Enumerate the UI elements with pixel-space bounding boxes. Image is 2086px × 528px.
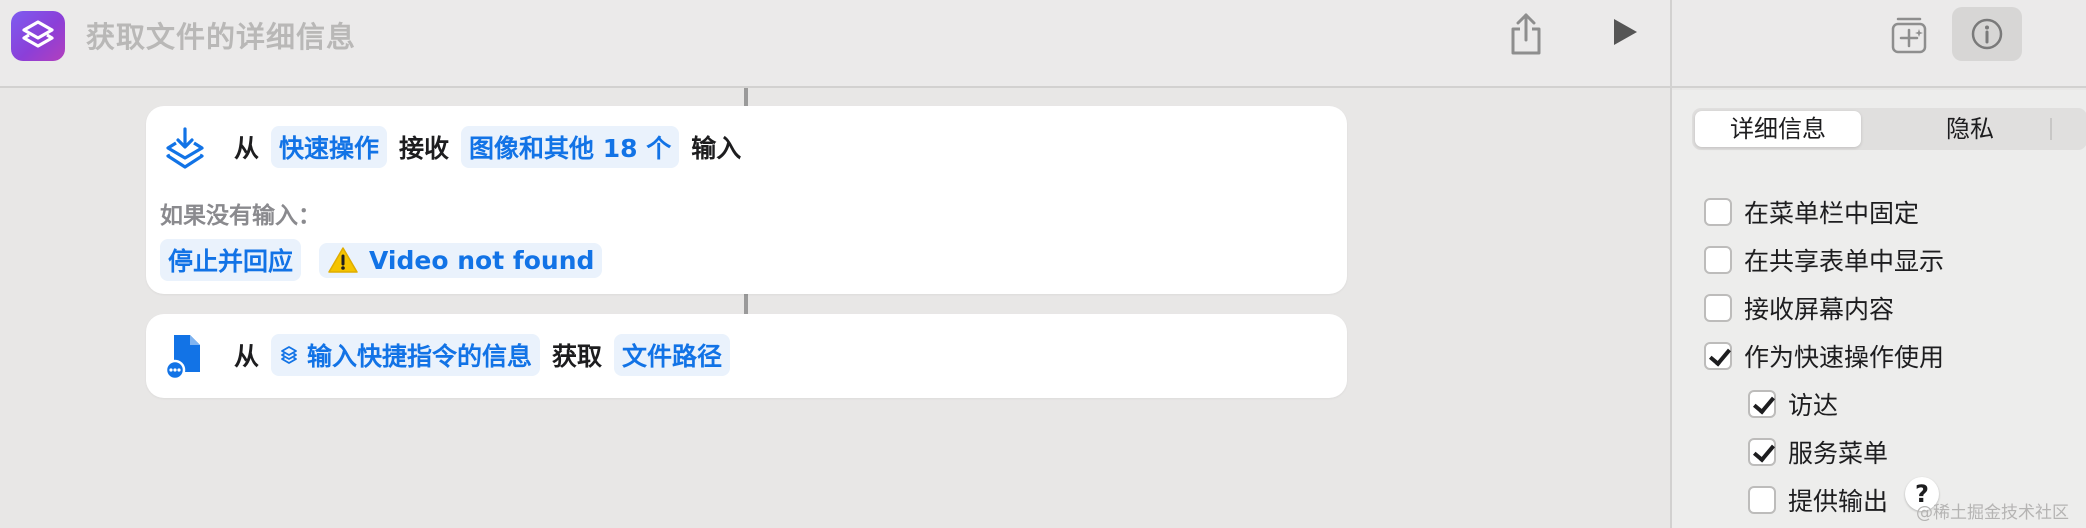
toolbar: 获取文件的详细信息	[0, 0, 1671, 88]
pin-menubar-checkbox[interactable]	[1704, 198, 1732, 226]
play-icon	[1614, 19, 1637, 45]
info-button[interactable]	[1952, 7, 2022, 61]
from-text: 从	[234, 134, 260, 163]
finder-label: 访达	[1788, 391, 1839, 420]
no-input-label: 如果没有输入：	[160, 203, 321, 229]
receive-input-icon	[164, 126, 206, 176]
receive-input-action[interactable]: 从 快速操作 接收 图像和其他 18 个 输入 如果没有输入： 停止并回应 Vi…	[146, 106, 1347, 294]
shortcuts-app-icon[interactable]	[11, 11, 65, 61]
source-token[interactable]: 快速操作	[271, 126, 388, 168]
finder-checkbox[interactable]	[1748, 390, 1776, 418]
flow-connector	[744, 88, 748, 106]
library-add-icon	[1891, 17, 1927, 54]
shortcut-title[interactable]: 获取文件的详细信息	[86, 14, 356, 56]
warning-icon	[328, 247, 358, 273]
watermark: @稀土掘金技术社区	[1916, 503, 2069, 523]
from-text: 从	[234, 342, 260, 371]
get-file-details-action[interactable]: 从 输入快捷指令的信息 获取 文件路径	[146, 314, 1347, 398]
option-provide-output[interactable]: 提供输出	[1748, 482, 1888, 518]
action-library-button[interactable]	[1890, 14, 1930, 54]
quick-action-label: 作为快速操作使用	[1744, 343, 1945, 372]
option-pin-menubar[interactable]: 在菜单栏中固定	[1704, 194, 1919, 230]
receive-text: 接收	[399, 134, 450, 163]
shortcut-input-icon	[281, 346, 297, 364]
response-text: Video not found	[369, 245, 595, 275]
services-menu-label: 服务菜单	[1788, 439, 1889, 468]
sidebar-toolbar	[1671, 0, 2086, 88]
file-path-token[interactable]: 文件路径	[614, 334, 731, 376]
shortcut-input-text: 输入快捷指令的信息	[307, 342, 533, 371]
receive-input-sentence: 从 快速操作 接收 图像和其他 18 个 输入	[226, 126, 749, 168]
tab-details[interactable]: 详细信息	[1695, 111, 1861, 147]
receive-screen-label: 接收屏幕内容	[1744, 295, 1895, 324]
flow-connector	[744, 294, 748, 314]
receive-screen-checkbox[interactable]	[1704, 294, 1732, 322]
services-menu-checkbox[interactable]	[1748, 438, 1776, 466]
option-quick-action[interactable]: 作为快速操作使用	[1704, 338, 1944, 374]
info-icon	[1971, 18, 2003, 50]
run-button[interactable]	[1610, 16, 1640, 48]
share-sheet-checkbox[interactable]	[1704, 246, 1732, 274]
stop-and-respond-token[interactable]: 停止并回应	[160, 239, 302, 281]
response-token[interactable]: Video not found	[319, 242, 603, 278]
no-input-behavior: 停止并回应 Video not found	[156, 239, 606, 281]
provide-output-checkbox[interactable]	[1748, 486, 1776, 514]
details-sidebar: 详细信息 隐私 在菜单栏中固定 在共享表单中显示 接收屏幕内容 作为快速操作使用…	[1672, 90, 2086, 528]
get-details-sentence: 从 输入快捷指令的信息 获取 文件路径	[226, 334, 734, 376]
quick-action-checkbox[interactable]	[1704, 342, 1732, 370]
share-icon	[1511, 13, 1541, 55]
get-text: 获取	[552, 342, 603, 371]
sidebar-segmented-control: 详细信息 隐私	[1692, 108, 2086, 150]
provide-output-label: 提供输出	[1788, 487, 1889, 516]
file-details-icon	[164, 332, 206, 384]
shortcut-input-token[interactable]: 输入快捷指令的信息	[271, 334, 541, 376]
option-share-sheet[interactable]: 在共享表单中显示	[1704, 242, 1944, 278]
share-button[interactable]	[1508, 12, 1544, 56]
option-services-menu[interactable]: 服务菜单	[1748, 434, 1888, 470]
option-receive-screen[interactable]: 接收屏幕内容	[1704, 290, 1894, 326]
input-text: 输入	[691, 134, 742, 163]
share-sheet-label: 在共享表单中显示	[1744, 247, 1945, 276]
tab-privacy[interactable]: 隐私	[1887, 111, 2053, 147]
pin-menubar-label: 在菜单栏中固定	[1744, 199, 1920, 228]
input-types-token[interactable]: 图像和其他 18 个	[461, 126, 680, 168]
segment-separator	[2050, 118, 2052, 140]
option-finder[interactable]: 访达	[1748, 386, 1838, 422]
